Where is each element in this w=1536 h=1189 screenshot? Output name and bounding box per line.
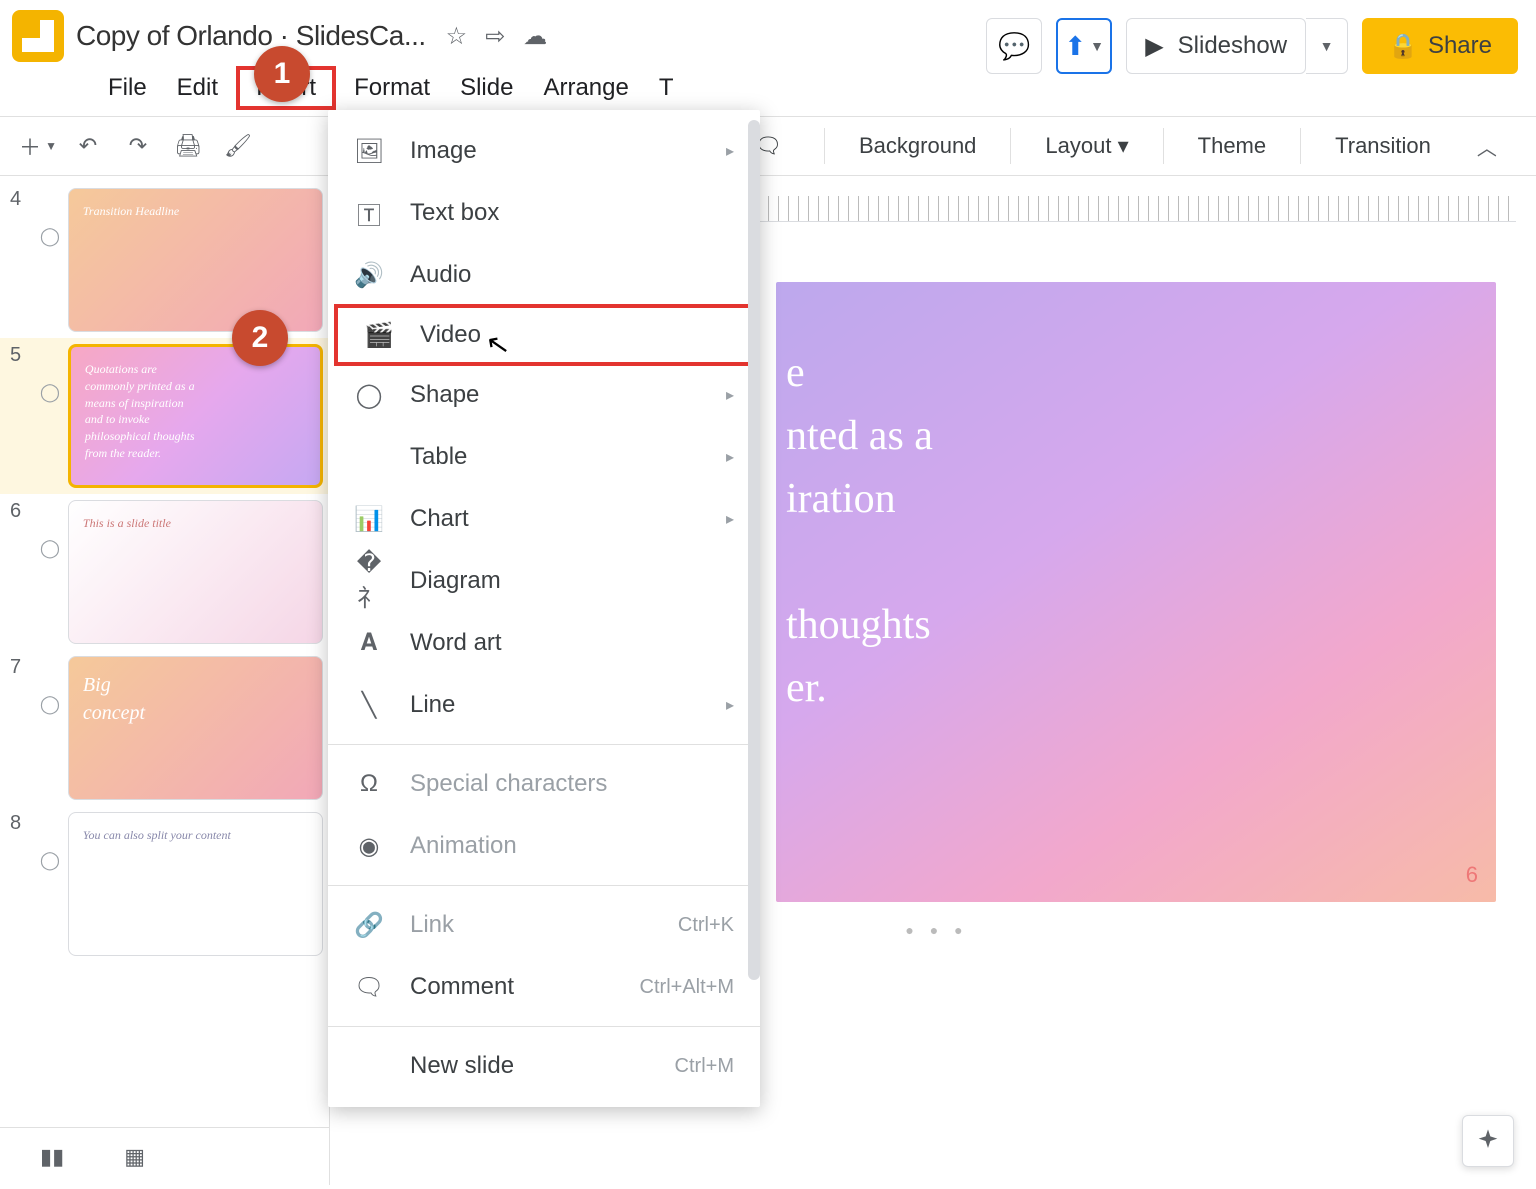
share-label: Share <box>1428 32 1492 60</box>
wordart-icon: 𝐀 <box>354 629 384 657</box>
dd-audio[interactable]: 🔊Audio <box>328 244 760 306</box>
dd-table[interactable]: Table▸ <box>328 426 760 488</box>
background-button[interactable]: Background <box>859 133 976 159</box>
menu-edit[interactable]: Edit <box>177 74 218 102</box>
dd-line[interactable]: ╲Line▸ <box>328 674 760 736</box>
dd-shape[interactable]: ◯Shape▸ <box>328 364 760 426</box>
thumb-4-text: Transition Headline <box>83 203 179 220</box>
dd-chart[interactable]: 📊Chart▸ <box>328 488 760 550</box>
insert-dropdown: 🖼Image▸ 🅃Text box 🔊Audio 🎬Video ◯Shape▸ … <box>328 110 760 1107</box>
image-icon: 🖼 <box>354 137 384 166</box>
audio-icon: 🔊 <box>354 261 384 290</box>
dd-link: 🔗LinkCtrl+K <box>328 894 760 956</box>
diagram-icon: �礻 <box>354 549 384 613</box>
paint-format-button[interactable]: 🖌 <box>216 124 260 168</box>
slide-text: e nted as a iration thoughts er. <box>786 342 933 720</box>
comments-button[interactable]: 💬 <box>986 18 1042 74</box>
doc-title[interactable]: Copy of Orlando · SlidesCa... <box>76 20 426 52</box>
animation-icon: ◉ <box>354 832 384 861</box>
menu-truncated[interactable]: T <box>659 74 674 102</box>
menu-file[interactable]: File <box>108 74 147 102</box>
thumb-8[interactable]: You can also split your content <box>68 812 323 956</box>
special-icon: Ω <box>354 770 384 798</box>
menu-arrange[interactable]: Arrange <box>543 74 628 102</box>
thumb-num-4: 4 <box>10 188 32 332</box>
dd-wordart[interactable]: 𝐀Word art <box>328 612 760 674</box>
layout-button[interactable]: Layout ▾ <box>1045 133 1128 159</box>
thumb-6-text: This is a slide title <box>83 515 171 532</box>
dd-animation: ◉Animation <box>328 815 760 877</box>
slides-logo <box>12 10 64 62</box>
thumb-num-8: 8 <box>10 812 32 956</box>
slideshow-label: Slideshow <box>1178 32 1287 60</box>
line-icon: ╲ <box>354 691 384 720</box>
thumb-8-text: You can also split your content <box>83 827 231 844</box>
menu-format[interactable]: Format <box>354 74 430 102</box>
comment-icon: 🗨 <box>354 973 384 1002</box>
dd-textbox[interactable]: 🅃Text box <box>328 182 760 244</box>
dd-newslide[interactable]: New slideCtrl+M <box>328 1035 760 1097</box>
thumb-num-5: 5 <box>10 344 32 488</box>
dd-diagram[interactable]: �礻Diagram <box>328 550 760 612</box>
filmstrip-view-icon[interactable]: ▮▮ <box>40 1144 64 1170</box>
thumb-7-text: Big concept <box>83 671 145 727</box>
dd-special: ΩSpecial characters <box>328 753 760 815</box>
video-icon: 🎬 <box>364 321 394 350</box>
explore-icon <box>1474 1127 1502 1155</box>
print-button[interactable]: 🖨 <box>166 124 210 168</box>
thumb-num-7: 7 <box>10 656 32 800</box>
chart-icon: 📊 <box>354 505 384 534</box>
callout-2: 2 <box>232 310 288 366</box>
dd-video[interactable]: 🎬Video <box>334 304 754 366</box>
slide-canvas[interactable]: e nted as a iration thoughts er. 6 <box>776 282 1496 902</box>
slide-number: 6 <box>1466 862 1478 888</box>
move-icon[interactable]: ⇨ <box>485 22 505 51</box>
dd-image[interactable]: 🖼Image▸ <box>328 120 760 182</box>
textbox-icon: 🅃 <box>354 196 384 231</box>
thumb-7[interactable]: Big concept <box>68 656 323 800</box>
thumb-5-text: Quotations are commonly printed as a mea… <box>85 361 195 462</box>
undo-button[interactable]: ↶ <box>66 124 110 168</box>
thumb-6[interactable]: This is a slide title <box>68 500 323 644</box>
thumb-num-6: 6 <box>10 500 32 644</box>
collapse-toolbar-icon[interactable]: ︿ <box>1477 132 1497 161</box>
shape-icon: ◯ <box>354 381 384 410</box>
cloud-icon[interactable]: ☁ <box>523 22 547 51</box>
dropdown-scrollbar[interactable] <box>748 120 760 980</box>
slideshow-dropdown[interactable]: ▼ <box>1306 18 1348 74</box>
explore-button[interactable] <box>1462 1115 1514 1167</box>
thumb-5[interactable]: Quotations are commonly printed as a mea… <box>68 344 323 488</box>
theme-button[interactable]: Theme <box>1198 133 1266 159</box>
thumb-4[interactable]: Transition Headline <box>68 188 323 332</box>
menu-slide[interactable]: Slide <box>460 74 513 102</box>
link-icon: 🔗 <box>354 911 384 940</box>
redo-button[interactable]: ↷ <box>116 124 160 168</box>
lock-icon: 🔒 <box>1388 32 1418 61</box>
slideshow-button[interactable]: ▶ Slideshow <box>1126 18 1306 74</box>
transition-button[interactable]: Transition <box>1335 133 1431 159</box>
star-icon[interactable]: ☆ <box>446 22 468 51</box>
share-button[interactable]: 🔒 Share <box>1362 18 1518 74</box>
present-button[interactable]: ⬆▼ <box>1056 18 1112 74</box>
play-icon: ▶ <box>1145 32 1163 61</box>
grid-view-icon[interactable]: ▦ <box>124 1144 145 1170</box>
dd-comment[interactable]: 🗨CommentCtrl+Alt+M <box>328 956 760 1018</box>
callout-1: 1 <box>254 46 310 102</box>
new-slide-button[interactable]: ＋ ▼ <box>16 124 60 168</box>
